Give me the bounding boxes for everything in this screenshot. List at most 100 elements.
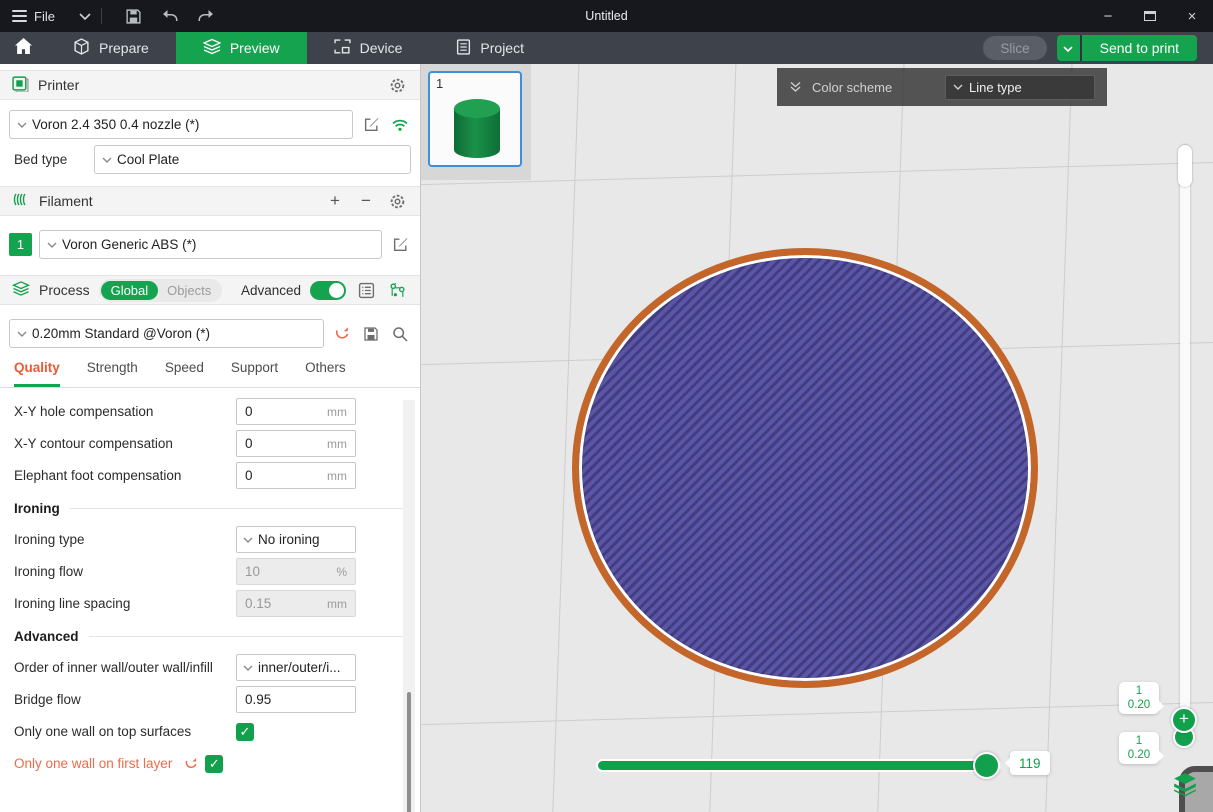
revert-value-icon[interactable]	[184, 757, 198, 771]
filament-settings-gear-icon[interactable]	[386, 190, 408, 212]
search-icon[interactable]	[389, 323, 411, 345]
title-bar: File Untitled − ×	[0, 0, 1213, 32]
parameter-list-icon[interactable]	[355, 279, 377, 301]
tab-label: Prepare	[99, 40, 149, 56]
only-one-wall-top-checkbox[interactable]: ✓	[236, 723, 254, 741]
maximize-icon	[1144, 11, 1156, 21]
add-pause-plus-button[interactable]: +	[1171, 707, 1197, 733]
segment-global[interactable]: Global	[101, 281, 159, 300]
ironing-line-spacing-input: 0.15 mm	[236, 590, 356, 617]
xy-hole-compensation-input[interactable]: 0 mm	[236, 398, 356, 425]
tab-strength[interactable]: Strength	[87, 360, 138, 387]
preview-3d-viewport[interactable]: 1 Color scheme Line type 1 0.20 1 0.20 +	[421, 64, 1213, 812]
minimize-button[interactable]: −	[1087, 0, 1129, 32]
send-options-button[interactable]	[1057, 35, 1082, 61]
cube-icon	[73, 38, 90, 58]
tab-quality[interactable]: Quality	[14, 360, 60, 387]
process-section-label: Process	[39, 282, 90, 298]
move-slider-value: 119	[1010, 751, 1050, 775]
printer-section-header: Printer	[0, 70, 420, 100]
printer-settings-gear-icon[interactable]	[386, 74, 408, 96]
chevron-down-icon[interactable]	[79, 13, 91, 20]
line-type-dropdown[interactable]: Line type	[945, 75, 1095, 100]
line-type-value: Line type	[969, 80, 1022, 95]
param-value: No ironing	[258, 532, 320, 547]
param-row: Only one wall on first layer ✓	[14, 750, 420, 777]
save-preset-icon[interactable]	[360, 323, 382, 345]
wall-order-dropdown[interactable]: inner/outer/i...	[236, 654, 356, 681]
segment-objects[interactable]: Objects	[158, 281, 220, 300]
param-row: Ironing type No ironing	[14, 526, 420, 553]
file-menu-button[interactable]: File	[0, 0, 65, 32]
tab-preview[interactable]: Preview	[176, 32, 307, 64]
maximize-button[interactable]	[1129, 0, 1171, 32]
redo-icon[interactable]	[188, 0, 224, 32]
tab-project[interactable]: Project	[429, 32, 551, 64]
param-unit: %	[336, 565, 347, 579]
remove-filament-button[interactable]: −	[355, 190, 377, 212]
send-to-print-button[interactable]: Send to print	[1082, 35, 1197, 61]
param-row: Ironing line spacing 0.15 mm	[14, 590, 420, 617]
tab-speed[interactable]: Speed	[165, 360, 204, 387]
wifi-icon[interactable]	[389, 114, 411, 136]
layers-view-icon[interactable]	[1170, 769, 1200, 799]
param-label: X-Y hole compensation	[14, 403, 236, 420]
file-menu-label: File	[34, 9, 55, 24]
plate-thumbnail[interactable]: 1	[428, 71, 522, 167]
bridge-flow-input[interactable]: 0.95	[236, 686, 356, 713]
tab-device[interactable]: Device	[307, 32, 430, 64]
param-row: X-Y contour compensation 0 mm	[14, 430, 420, 457]
printer-preset-dropdown[interactable]: Voron 2.4 350 0.4 nozzle (*)	[9, 110, 353, 139]
save-icon[interactable]	[116, 0, 152, 32]
add-filament-button[interactable]: +	[324, 190, 346, 212]
parameter-list: X-Y hole compensation 0 mm X-Y contour c…	[0, 388, 420, 777]
chevron-down-icon	[102, 157, 112, 163]
param-label: Ironing flow	[14, 563, 236, 580]
slice-button[interactable]: Slice	[983, 36, 1046, 60]
filament-preset-dropdown[interactable]: Voron Generic ABS (*)	[39, 230, 382, 259]
tab-others[interactable]: Others	[305, 360, 346, 387]
layer-slider-upper-handle[interactable]	[1178, 145, 1192, 187]
param-unit: mm	[327, 469, 347, 483]
grid-line	[1044, 64, 1074, 812]
param-label: Ironing line spacing	[14, 595, 236, 612]
sliced-layer-preview[interactable]	[572, 248, 1038, 688]
tab-support[interactable]: Support	[231, 360, 278, 387]
process-preset-dropdown[interactable]: 0.20mm Standard @Voron (*)	[9, 319, 324, 348]
color-scheme-panel: Color scheme Line type	[777, 68, 1107, 106]
xy-contour-compensation-input[interactable]: 0 mm	[236, 430, 356, 457]
tab-label: Preview	[230, 40, 280, 56]
edit-filament-icon[interactable]	[389, 234, 411, 256]
color-scheme-label: Color scheme	[812, 80, 892, 95]
sidebar-scrollbar-thumb[interactable]	[407, 692, 411, 812]
tab-prepare[interactable]: Prepare	[46, 32, 176, 64]
param-row: Elephant foot compensation 0 mm	[14, 462, 420, 489]
reset-preset-icon[interactable]	[331, 323, 353, 345]
bed-type-dropdown[interactable]: Cool Plate	[94, 145, 411, 174]
layer-slider-track[interactable]	[1180, 145, 1190, 739]
settings-sidebar: Printer Voron 2.4 350 0.4 nozzle (*) Bed…	[0, 64, 421, 812]
only-one-wall-first-layer-checkbox[interactable]: ✓	[205, 755, 223, 773]
home-button[interactable]	[0, 32, 46, 64]
close-button[interactable]: ×	[1171, 0, 1213, 32]
advanced-toggle[interactable]	[310, 281, 346, 300]
move-slider-handle[interactable]	[973, 752, 1000, 779]
layer-number: 1	[1119, 684, 1159, 698]
edit-printer-icon[interactable]	[360, 114, 382, 136]
tune-parameters-icon[interactable]	[386, 279, 408, 301]
ironing-type-dropdown[interactable]: No ironing	[236, 526, 356, 553]
filament-slot-badge[interactable]: 1	[9, 233, 32, 256]
filament-section-header: Filament + −	[0, 186, 420, 216]
cylinder-model-top	[454, 99, 500, 118]
collapse-panel-icon[interactable]	[789, 81, 802, 93]
param-row: Only one wall on top surfaces ✓	[14, 718, 420, 745]
layers-icon	[203, 38, 221, 58]
ironing-flow-input: 10 %	[236, 558, 356, 585]
home-icon	[15, 38, 32, 59]
grid-line	[421, 702, 1213, 726]
move-slider-track[interactable]	[598, 761, 1000, 770]
param-value: 0	[245, 436, 253, 451]
undo-icon[interactable]	[152, 0, 188, 32]
param-value: 0.15	[245, 596, 271, 611]
elephant-foot-compensation-input[interactable]: 0 mm	[236, 462, 356, 489]
